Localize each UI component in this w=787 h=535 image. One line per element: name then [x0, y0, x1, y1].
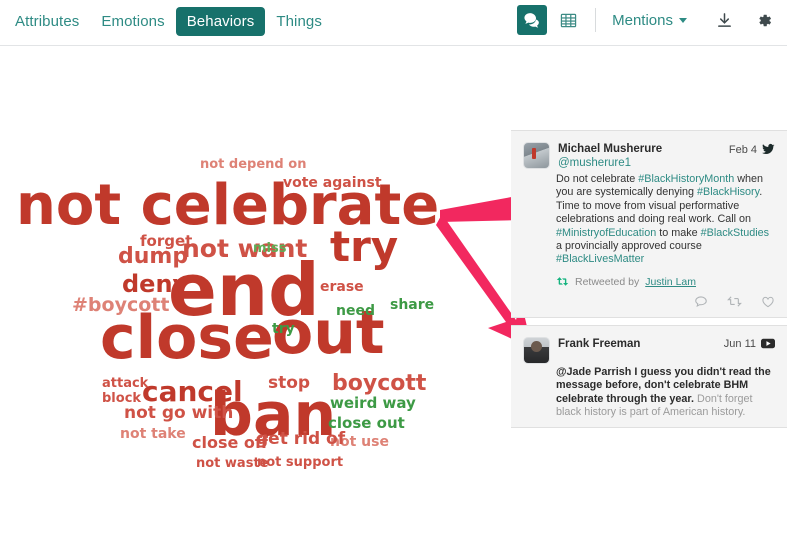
download-icon[interactable]	[709, 5, 739, 35]
avatar	[523, 336, 550, 364]
tweet-author-block: Frank Freeman	[558, 337, 724, 351]
avatar	[523, 142, 550, 169]
tweet-actions	[523, 295, 775, 309]
retweet-icon	[556, 276, 569, 287]
chat-bubbles-icon[interactable]	[517, 5, 548, 35]
tweet-author-handle[interactable]: @musherure1	[558, 156, 729, 170]
retweet-icon[interactable]	[727, 295, 742, 309]
tweet-header: Michael Musherure @musherure1 Feb 4	[523, 142, 775, 170]
retweet-attribution: Retweeted by Justin Lam	[556, 276, 775, 288]
hashtag-link[interactable]: #BlackHistoryMonth	[638, 173, 734, 185]
word-cloud-term[interactable]: deny	[122, 272, 188, 296]
tweet-text: @Jade Parrish I guess you didn't read th…	[556, 366, 775, 420]
word-cloud-term[interactable]: not support	[257, 456, 343, 469]
word-cloud-term[interactable]: not want	[182, 236, 307, 261]
like-icon[interactable]	[761, 295, 775, 309]
word-cloud-term[interactable]: try	[330, 226, 398, 268]
tweet-author-block: Michael Musherure @musherure1	[558, 142, 729, 170]
mentions-dropdown[interactable]: Mentions	[606, 8, 693, 33]
gear-icon[interactable]	[749, 5, 779, 35]
category-tabs: Attributes Emotions Behaviors Things	[4, 7, 333, 36]
twitter-bird-icon	[762, 143, 775, 156]
tweet-meta: Jun 11	[724, 337, 775, 350]
tweet-card[interactable]: Michael Musherure @musherure1 Feb 4 Do n…	[511, 130, 787, 318]
word-cloud-term[interactable]: miss	[253, 242, 286, 255]
word-cloud-term[interactable]: stop	[268, 375, 310, 392]
mentions-label: Mentions	[612, 11, 673, 29]
tweet-author-name: Michael Musherure	[558, 143, 663, 155]
hashtag-link[interactable]: #BlackHisory	[697, 186, 759, 198]
word-cloud-term[interactable]: get rid of	[256, 431, 345, 448]
word-cloud-term[interactable]: not go with	[124, 405, 233, 422]
tweet-text-span: to make	[656, 226, 701, 239]
chevron-down-icon	[679, 17, 687, 23]
toolbar-divider	[595, 8, 597, 32]
tab-behaviors[interactable]: Behaviors	[175, 7, 266, 36]
word-cloud-term[interactable]: close	[100, 308, 274, 368]
tweet-card[interactable]: Frank Freeman Jun 11 @Jade Parrish I gue…	[511, 324, 787, 429]
mentions-panel: Michael Musherure @musherure1 Feb 4 Do n…	[511, 130, 787, 429]
tweet-date: Feb 4	[728, 143, 757, 156]
word-cloud-term[interactable]: attack	[102, 377, 148, 390]
tweet-header: Frank Freeman Jun 11	[523, 336, 775, 364]
retweet-user[interactable]: Justin Lam	[645, 276, 696, 288]
tweet-text-span: Do not celebrate	[556, 173, 639, 185]
word-cloud-term[interactable]: forget	[140, 234, 192, 249]
word-cloud-term[interactable]: erase	[320, 280, 364, 294]
hashtag-link[interactable]: #MinistryofEducation	[556, 227, 656, 239]
hashtag-link[interactable]: #BlackLivesMatter	[556, 253, 644, 265]
youtube-icon	[761, 338, 775, 349]
word-cloud-term[interactable]: share	[390, 298, 434, 312]
table-grid-icon[interactable]	[553, 5, 583, 35]
header-toolbar: Mentions	[511, 5, 779, 35]
tab-things[interactable]: Things	[265, 7, 333, 36]
word-cloud: not celebrate end close out ban try not want ca…	[0, 120, 470, 470]
tweet-meta: Feb 4	[729, 142, 775, 156]
tab-attributes[interactable]: Attributes	[4, 7, 90, 36]
tweet-date: Jun 11	[723, 337, 756, 350]
word-cloud-term[interactable]: not depend on	[200, 158, 306, 171]
word-cloud-term[interactable]: boycott	[332, 373, 426, 395]
app-header: Attributes Emotions Behaviors Things Men…	[0, 0, 787, 46]
word-cloud-term[interactable]: not take	[120, 427, 186, 441]
word-cloud-term[interactable]: weird way	[330, 396, 416, 411]
tweet-text-span: a provincially approved course	[556, 240, 702, 253]
word-cloud-term[interactable]: cancel	[142, 378, 243, 406]
word-cloud-term[interactable]: try	[272, 322, 295, 336]
tweet-text: Do not celebrate #BlackHistoryMonth when…	[556, 173, 775, 267]
word-cloud-term[interactable]: #boycott	[72, 296, 169, 315]
retweet-label: Retweeted by	[575, 275, 640, 288]
reply-icon[interactable]	[694, 295, 708, 309]
word-cloud-term[interactable]: vote against	[283, 176, 382, 190]
word-cloud-term[interactable]: need	[336, 304, 375, 318]
hashtag-link[interactable]: #BlackStudies	[701, 227, 769, 239]
tab-emotions[interactable]: Emotions	[90, 7, 175, 36]
tweet-author-name: Frank Freeman	[558, 337, 641, 350]
